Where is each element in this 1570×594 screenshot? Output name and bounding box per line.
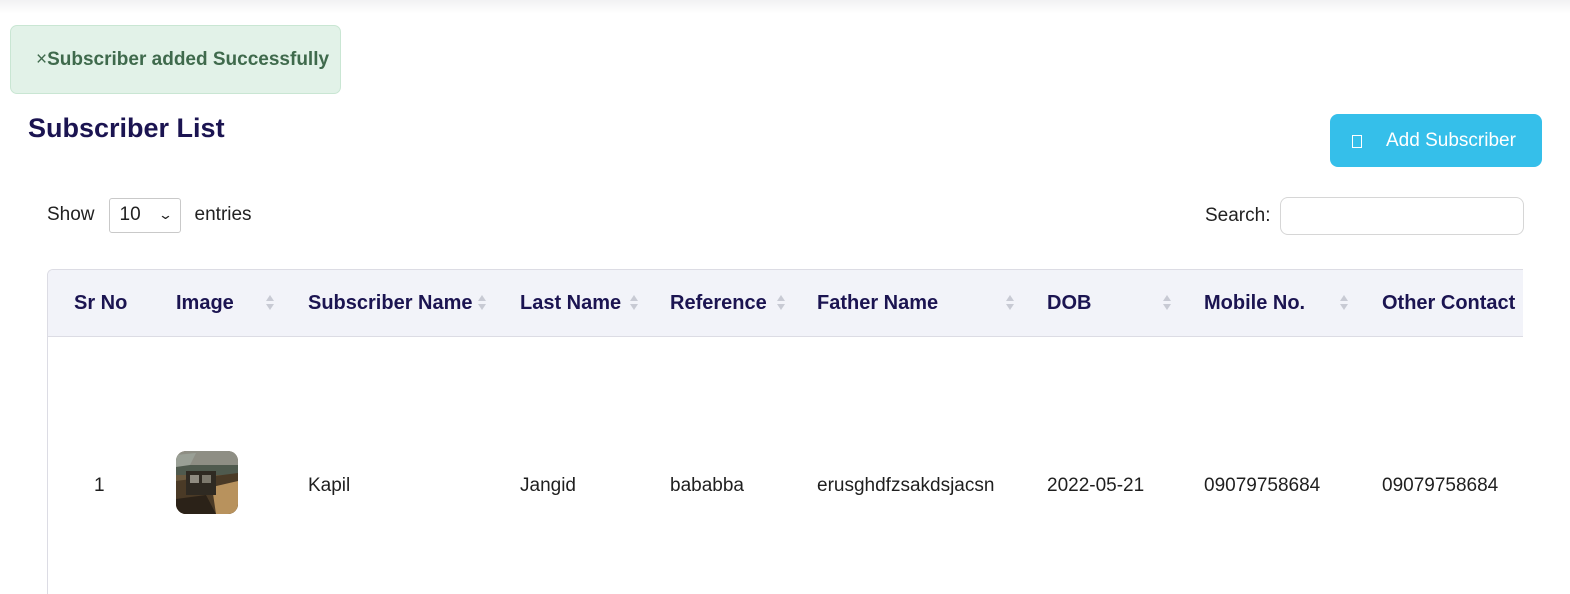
success-alert: × Subscriber added Successfully xyxy=(10,25,341,94)
cell-reference: bababba xyxy=(670,475,744,496)
search-input[interactable] xyxy=(1280,197,1525,235)
entries-label: entries xyxy=(194,204,252,225)
sort-icon[interactable] xyxy=(1006,293,1015,313)
plus-square-icon xyxy=(1352,135,1362,148)
column-header-father-name[interactable]: Father Name xyxy=(817,270,938,337)
sort-icon[interactable] xyxy=(1163,293,1172,313)
column-header-reference[interactable]: Reference xyxy=(670,270,767,337)
sort-icon[interactable] xyxy=(266,293,275,313)
cell-sr-no: 1 xyxy=(94,475,105,496)
table-header: Sr No Image Subscriber Name Last Name Re… xyxy=(48,270,1523,337)
show-label: Show xyxy=(47,204,95,225)
column-header-dob[interactable]: DOB xyxy=(1047,270,1091,337)
column-header-subscriber-name[interactable]: Subscriber Name xyxy=(308,270,473,337)
chevron-down-icon: ⌄ xyxy=(157,207,173,222)
cell-dob: 2022-05-21 xyxy=(1047,475,1145,496)
add-subscriber-button[interactable]: Add Subscriber xyxy=(1330,114,1542,167)
subscriber-photo xyxy=(176,451,238,514)
sort-icon[interactable] xyxy=(1340,293,1349,313)
cell-mobile: 09079758684 xyxy=(1204,475,1321,496)
sort-icon[interactable] xyxy=(777,293,786,313)
column-header-sr-no[interactable]: Sr No xyxy=(74,270,127,337)
column-header-image[interactable]: Image xyxy=(176,270,234,337)
alert-message: Subscriber added Successfully xyxy=(47,48,330,70)
column-header-other-contact[interactable]: Other Contact xyxy=(1382,270,1515,337)
page-title: Subscriber List xyxy=(28,113,225,143)
entries-select[interactable]: 10 ⌄ xyxy=(108,197,181,233)
add-subscriber-label: Add Subscriber xyxy=(1386,129,1516,151)
close-alert-button[interactable]: × xyxy=(36,49,47,71)
cell-other-contact: 09079758684 xyxy=(1382,475,1499,496)
search-control: Search: xyxy=(1205,197,1525,235)
entries-select-value: 10 xyxy=(119,204,141,225)
subscriber-table: Sr No Image Subscriber Name Last Name Re… xyxy=(47,269,1523,594)
column-header-last-name[interactable]: Last Name xyxy=(520,270,621,337)
sort-icon[interactable] xyxy=(478,293,487,313)
cell-subscriber-name: Kapil xyxy=(308,475,351,496)
sort-icon[interactable] xyxy=(630,293,639,313)
search-label: Search: xyxy=(1205,205,1271,226)
cell-father-name: erusghdfzsakdsjacsn xyxy=(817,475,995,496)
column-header-mobile[interactable]: Mobile No. xyxy=(1204,270,1305,337)
entries-length-control: Show 10 ⌄ entries xyxy=(47,197,252,233)
cell-last-name: Jangid xyxy=(520,475,576,496)
top-bar-shadow xyxy=(0,0,1570,14)
